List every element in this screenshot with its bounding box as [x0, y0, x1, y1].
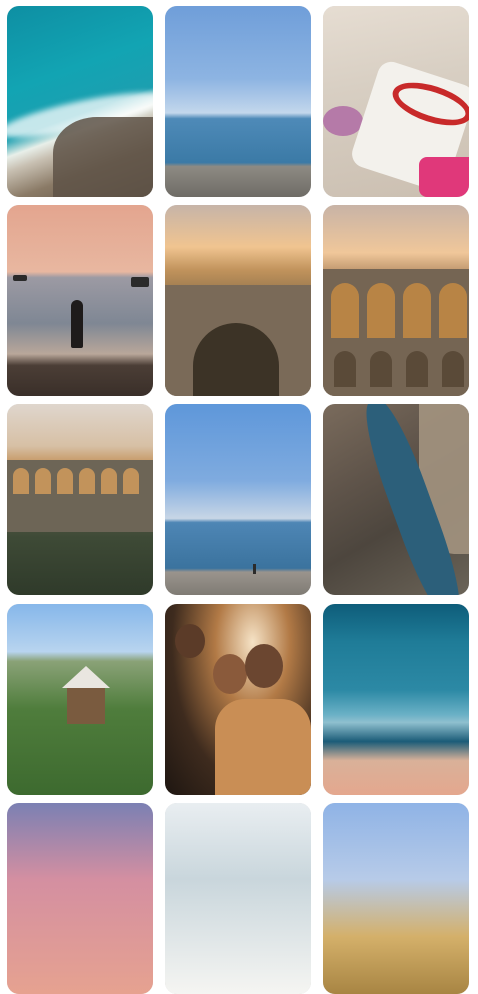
photo-tile-11[interactable]: [165, 604, 311, 795]
silhouette-sunset-shore-image: [7, 205, 153, 396]
aerial-sea-rocks-image: [7, 6, 153, 197]
sea-horizon-pebble-beach-image: [165, 6, 311, 197]
sunset-sky-image: [7, 803, 153, 994]
beach-bag-on-sand-image: [323, 6, 469, 197]
photo-tile-2[interactable]: [165, 6, 311, 197]
sea-horizon-figure-image: [165, 404, 311, 595]
photo-tile-1[interactable]: [7, 6, 153, 197]
photo-tile-6[interactable]: [323, 205, 469, 396]
aqueduct-arcade-image: [323, 205, 469, 396]
aqueduct-over-forest-image: [7, 404, 153, 595]
forest-cabin-image: [7, 604, 153, 795]
photo-tile-10[interactable]: [7, 604, 153, 795]
photo-tile-13[interactable]: [7, 803, 153, 994]
photo-tile-15[interactable]: [323, 803, 469, 994]
aqueduct-arch-image: [165, 205, 311, 396]
photo-tile-5[interactable]: [165, 205, 311, 396]
coastal-town-cliffs-image: [323, 803, 469, 994]
photo-tile-9[interactable]: [323, 404, 469, 595]
abstract-blurred-sea-image: [323, 604, 469, 795]
canyon-river-image: [323, 404, 469, 595]
friends-selfie-night-image: [165, 604, 311, 795]
surf-water-image: [165, 803, 311, 994]
photo-grid: [0, 0, 478, 994]
photo-tile-14[interactable]: [165, 803, 311, 994]
photo-tile-7[interactable]: [7, 404, 153, 595]
photo-tile-4[interactable]: [7, 205, 153, 396]
photo-tile-12[interactable]: [323, 604, 469, 795]
photo-tile-8[interactable]: [165, 404, 311, 595]
photo-tile-3[interactable]: [323, 6, 469, 197]
